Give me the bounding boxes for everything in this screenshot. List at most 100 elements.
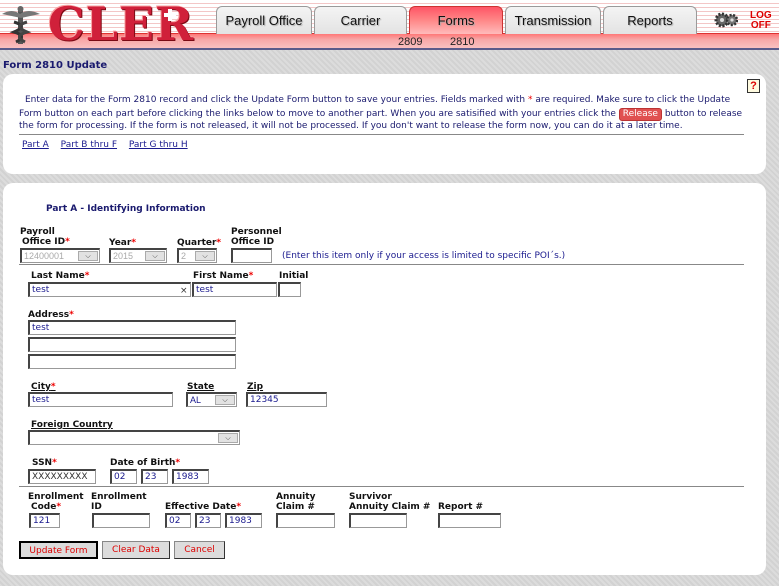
settings-gears-icon[interactable] bbox=[714, 11, 738, 29]
city-input[interactable]: test bbox=[28, 392, 173, 407]
chevron-down-icon: ⌵ bbox=[215, 395, 235, 405]
subnav-2809[interactable]: 2809 bbox=[398, 36, 422, 48]
quarter-label-text: Quarter bbox=[177, 238, 217, 248]
address-line3-input[interactable] bbox=[28, 354, 236, 369]
required-marker: * bbox=[216, 238, 222, 248]
report-input[interactable] bbox=[438, 513, 501, 528]
personnel-office-label-line1: Personnel bbox=[231, 227, 282, 237]
required-marker: * bbox=[56, 502, 62, 512]
survivor-annuity-label: Survivor Annuity Claim # bbox=[349, 492, 430, 512]
cancel-button[interactable]: Cancel bbox=[174, 541, 225, 559]
first-name-input[interactable]: test bbox=[192, 282, 277, 297]
city-label: City* bbox=[31, 382, 56, 392]
personnel-office-input[interactable] bbox=[231, 248, 272, 263]
enrollment-id-label: Enrollment ID bbox=[91, 492, 147, 512]
payroll-office-label-line1: Payroll bbox=[20, 227, 55, 237]
help-icon[interactable]: ? bbox=[747, 79, 760, 93]
link-part-g-thru-h[interactable]: Part G thru H bbox=[129, 140, 188, 150]
personnel-office-note: (Enter this item only if your access is … bbox=[282, 251, 566, 261]
payroll-office-select[interactable]: 12400001 ⌵ bbox=[20, 248, 100, 263]
divider bbox=[19, 264, 744, 265]
zip-input[interactable]: 12345 bbox=[246, 392, 327, 407]
cross-icon bbox=[164, 9, 176, 21]
year-label: Year* bbox=[109, 238, 136, 248]
tab-carrier[interactable]: Carrier bbox=[314, 6, 407, 34]
part-links: Part A Part B thru F Part G thru H bbox=[22, 140, 197, 150]
update-form-button[interactable]: Update Form bbox=[19, 541, 98, 559]
foreign-country-select[interactable]: ⌵ bbox=[28, 430, 240, 445]
tab-transmission[interactable]: Transmission bbox=[505, 6, 601, 34]
enrollment-code-label: Enrollment Code* bbox=[28, 492, 84, 512]
link-part-b-thru-f[interactable]: Part B thru F bbox=[61, 140, 117, 150]
address-line1-input[interactable]: test bbox=[28, 320, 236, 335]
address-line2-input[interactable] bbox=[28, 337, 236, 352]
effective-month-input[interactable]: 02 bbox=[165, 513, 191, 528]
logoff-button[interactable]: LOG OFF bbox=[750, 11, 772, 31]
release-button[interactable]: Release bbox=[618, 108, 662, 121]
annuity-claim-label-line2: Claim # bbox=[276, 502, 315, 512]
effective-date-label: Effective Date* bbox=[165, 502, 241, 512]
last-name-input[interactable]: test bbox=[28, 282, 191, 297]
dob-year-input[interactable]: 1983 bbox=[172, 469, 209, 484]
page-title: Form 2810 Update bbox=[3, 60, 108, 71]
dob-label-text: Date of Birth bbox=[110, 458, 176, 468]
survivor-annuity-input[interactable] bbox=[349, 513, 407, 528]
app-header: CLER Payroll Office Carrier Forms Transm… bbox=[0, 0, 779, 50]
chevron-down-icon: ⌵ bbox=[145, 251, 165, 261]
tab-payroll-office[interactable]: Payroll Office bbox=[216, 6, 312, 34]
instructions-line1-b: are required. Make sure to click the Upd… bbox=[532, 95, 731, 105]
annuity-claim-label: Annuity Claim # bbox=[276, 492, 315, 512]
clear-data-button[interactable]: Clear Data bbox=[102, 541, 170, 559]
ssn-label-text: SSN bbox=[32, 458, 53, 468]
chevron-down-icon: ⌵ bbox=[195, 251, 215, 261]
instructions-text: Enter data for the Form 2810 record and … bbox=[19, 95, 749, 132]
enrollment-code-label-line2: Code bbox=[31, 502, 57, 512]
subnav-2810[interactable]: 2810 bbox=[450, 36, 474, 48]
required-marker: * bbox=[65, 237, 70, 247]
quarter-label: Quarter* bbox=[177, 238, 221, 248]
clear-input-icon[interactable]: × bbox=[180, 286, 188, 296]
state-value: AL bbox=[190, 395, 202, 405]
chevron-down-icon: ⌵ bbox=[78, 251, 98, 261]
last-name-label: Last Name* bbox=[31, 271, 89, 281]
first-name-label: First Name* bbox=[193, 271, 253, 281]
annuity-claim-input[interactable] bbox=[276, 513, 335, 528]
state-select[interactable]: AL ⌵ bbox=[186, 392, 237, 407]
caduceus-icon bbox=[2, 6, 40, 44]
link-part-a[interactable]: Part A bbox=[22, 140, 49, 150]
required-marker: * bbox=[84, 271, 90, 281]
required-marker: * bbox=[131, 238, 137, 248]
quarter-select[interactable]: 2 ⌵ bbox=[177, 248, 217, 263]
year-value: 2015 bbox=[113, 251, 134, 261]
year-select[interactable]: 2015 ⌵ bbox=[109, 248, 167, 263]
year-label-text: Year bbox=[109, 238, 132, 248]
ssn-input[interactable]: XXXXXXXXX bbox=[28, 469, 96, 484]
divider bbox=[19, 486, 744, 487]
city-label-text: City bbox=[31, 382, 51, 392]
required-marker: * bbox=[248, 271, 254, 281]
last-name-label-text: Last Name bbox=[31, 271, 85, 281]
payroll-office-label: Payroll Office ID* bbox=[20, 227, 70, 247]
enrollment-id-input[interactable] bbox=[92, 513, 150, 528]
dob-day-input[interactable]: 23 bbox=[141, 469, 168, 484]
divider bbox=[19, 134, 744, 135]
instructions-line2-a: Form button on each part before clicking… bbox=[19, 109, 619, 119]
section-title: Part A - Identifying Information bbox=[46, 204, 206, 214]
instructions-line1-a: Enter data for the Form 2810 record and … bbox=[25, 95, 528, 105]
ssn-label: SSN* bbox=[32, 458, 57, 468]
survivor-annuity-label-line1: Survivor bbox=[349, 492, 392, 502]
quarter-value: 2 bbox=[181, 251, 187, 261]
first-name-label-text: First Name bbox=[193, 271, 249, 281]
foreign-country-label: Foreign Country bbox=[31, 420, 113, 430]
effective-year-input[interactable]: 1983 bbox=[225, 513, 262, 528]
required-marker: * bbox=[52, 458, 57, 468]
dob-month-input[interactable]: 02 bbox=[110, 469, 137, 484]
tab-reports[interactable]: Reports bbox=[603, 6, 697, 34]
effective-day-input[interactable]: 23 bbox=[195, 513, 221, 528]
initial-input[interactable] bbox=[278, 282, 301, 297]
address-label: Address* bbox=[28, 310, 74, 320]
required-marker: * bbox=[50, 382, 56, 392]
tab-forms[interactable]: Forms bbox=[409, 6, 503, 34]
initial-label: Initial bbox=[279, 271, 309, 281]
enrollment-code-input[interactable]: 121 bbox=[29, 513, 60, 528]
